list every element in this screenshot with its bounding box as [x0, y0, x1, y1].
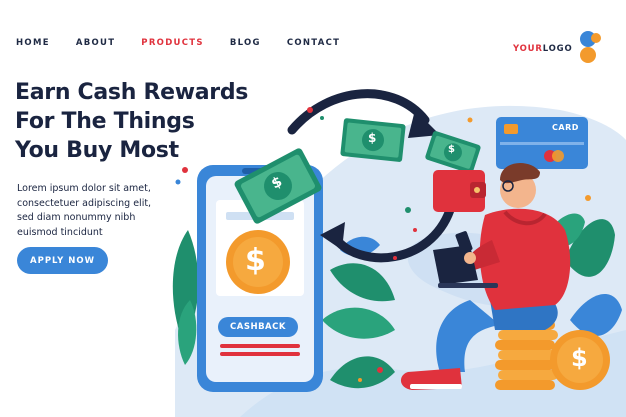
nav-about[interactable]: ABOUT: [76, 38, 115, 48]
hero-description: Lorem ipsum dolor sit amet, consectetuer…: [17, 182, 207, 240]
nav-products[interactable]: PRODUCTS: [141, 38, 204, 48]
card-label: CARD: [552, 123, 579, 132]
hero-headline: Earn Cash Rewards For The Things You Buy…: [15, 78, 255, 165]
description-line-1: Lorem ipsum dolor sit amet,: [17, 183, 151, 194]
bill-top-dollar-sign: $: [368, 131, 377, 145]
description-line-2: consectetuer adipiscing elit,: [17, 197, 152, 209]
main-nav: HOME ABOUT PRODUCTS BLOG CONTACT: [16, 38, 366, 48]
nav-contact[interactable]: CONTACT: [287, 38, 340, 48]
coin-dollar-sign: $: [245, 243, 266, 278]
coin-stack-dollar-sign: $: [571, 344, 588, 372]
apply-now-button[interactable]: APPLY NOW: [17, 247, 108, 274]
description-line-4: euismod tincidunt: [17, 226, 103, 238]
nav-blog[interactable]: BLOG: [230, 38, 261, 48]
logo[interactable]: YOURLOGO: [513, 31, 606, 67]
nav-home[interactable]: HOME: [16, 38, 50, 48]
cashback-label: CASHBACK: [230, 322, 286, 332]
description-line-3: sed diam nonummy nibh: [17, 212, 136, 223]
logo-mark-icon: [578, 31, 606, 67]
headline-line-3: You Buy Most: [15, 138, 179, 163]
wallet-illustration: [433, 170, 486, 212]
bill-right-dollar-sign: $: [448, 144, 455, 155]
logo-text: YOURLOGO: [513, 44, 573, 54]
headline-line-1: Earn Cash Rewards: [15, 80, 249, 105]
headline-line-2: For The Things: [15, 109, 195, 134]
